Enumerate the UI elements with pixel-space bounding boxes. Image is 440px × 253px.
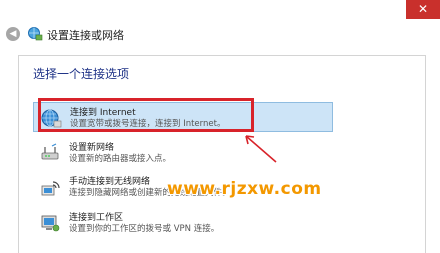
wireless-network-icon xyxy=(41,181,60,196)
watermark-text: www.rjzxw.com xyxy=(167,179,322,199)
page-title: 设置连接或网络 xyxy=(47,29,124,42)
option-connect-workplace[interactable]: 连接到工作区 设置到你的工作区的拨号或 VPN 连接。 xyxy=(33,208,333,238)
close-icon: ✕ xyxy=(417,2,429,16)
network-settings-icon xyxy=(28,27,43,41)
main-content: 选择一个连接选项 连接到 Internet 设置宽带或拨号连接，连接到 Inte… xyxy=(18,55,426,253)
section-heading: 选择一个连接选项 xyxy=(33,67,130,81)
annotation-arrow-icon xyxy=(245,135,277,163)
back-button[interactable]: ◀ xyxy=(6,27,20,41)
workplace-computer-icon xyxy=(41,215,60,232)
option-description: 设置新的路由器或接入点。 xyxy=(69,154,172,164)
option-setup-new-network[interactable]: 设置新网络 设置新的路由器或接入点。 xyxy=(33,138,333,168)
close-button[interactable]: ✕ xyxy=(406,0,440,19)
navigation-bar: ◀ 设置连接或网络 xyxy=(0,22,440,46)
highlight-box xyxy=(38,98,254,132)
title-bar: ✕ xyxy=(0,0,440,22)
router-icon xyxy=(41,143,59,160)
option-description: 设置到你的工作区的拨号或 VPN 连接。 xyxy=(69,224,220,234)
back-arrow-icon: ◀ xyxy=(9,29,17,39)
